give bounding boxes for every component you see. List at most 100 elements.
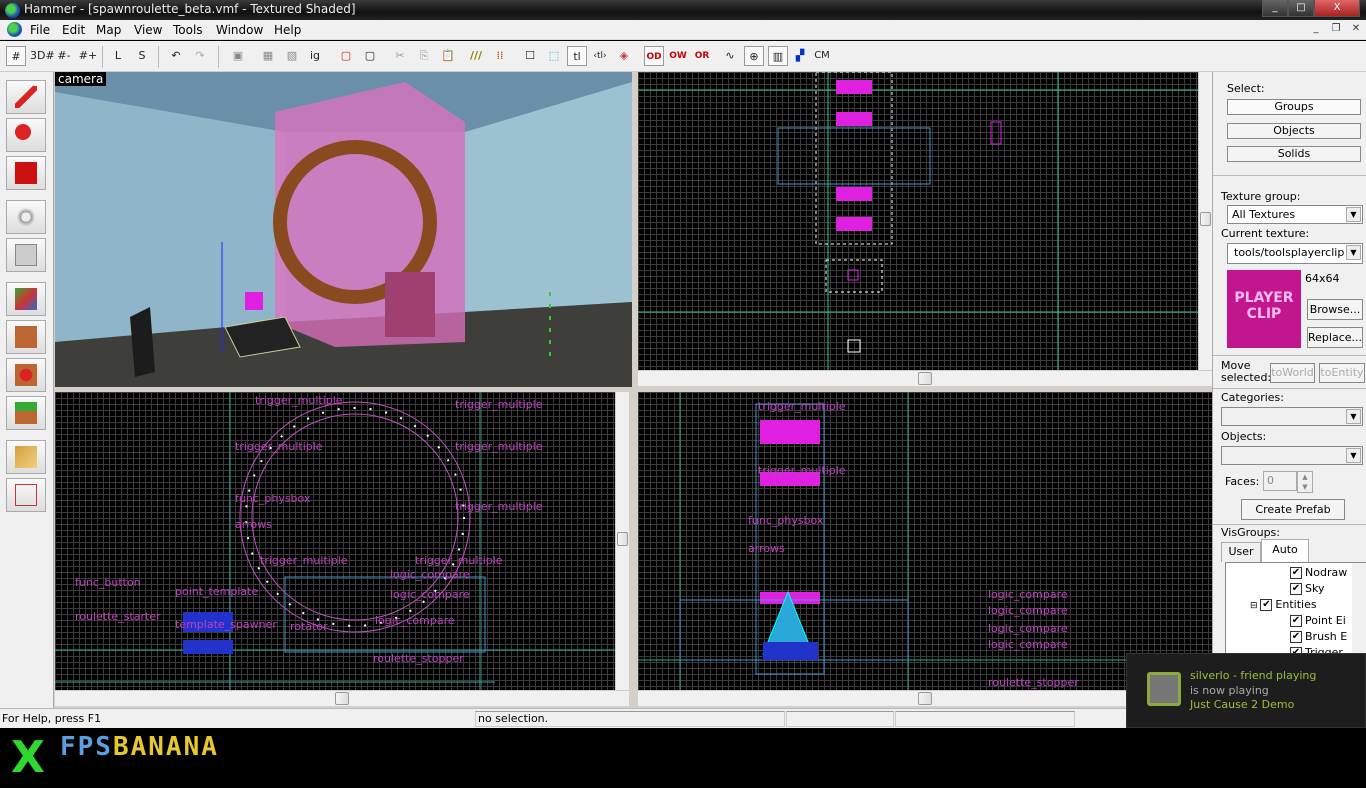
- mdi-minimize-button[interactable]: _: [1308, 23, 1324, 37]
- toggle-texture-scaling-button[interactable]: ⁞⁞: [490, 46, 510, 66]
- entity-tool[interactable]: [6, 200, 46, 234]
- maximize-button[interactable]: □: [1288, 0, 1314, 17]
- hide-selected-button[interactable]: ▢: [336, 46, 356, 66]
- toggle-detail-button[interactable]: ▥: [768, 46, 788, 66]
- current-texture-select[interactable]: tools/toolsplayerclip ▼: [1227, 243, 1363, 264]
- cubemap-button[interactable]: CM: [812, 46, 832, 66]
- visgroup-item[interactable]: ✔ Nodraw: [1290, 566, 1347, 579]
- 3d-grid-button[interactable]: 3D#: [30, 46, 55, 66]
- scroll-thumb[interactable]: [918, 692, 932, 705]
- menu-file[interactable]: File: [30, 23, 50, 37]
- visgroups-tab-user[interactable]: User: [1221, 542, 1261, 562]
- open-button[interactable]: OD: [644, 46, 664, 66]
- checkbox-checked-icon[interactable]: ✔: [1260, 599, 1273, 611]
- visgroup-item[interactable]: ✔ Brush E: [1290, 630, 1347, 643]
- menu-map[interactable]: Map: [96, 23, 121, 37]
- wireframe-button[interactable]: OW: [668, 46, 688, 66]
- menu-view[interactable]: View: [134, 23, 162, 37]
- overlay-tool[interactable]: [6, 396, 46, 430]
- scroll-thumb[interactable]: [335, 692, 349, 705]
- mdi-close-button[interactable]: ✕: [1348, 23, 1364, 37]
- select-objects-button[interactable]: Objects: [1227, 123, 1361, 139]
- divider: [1213, 175, 1366, 176]
- checkbox-checked-icon[interactable]: ✔: [1290, 615, 1302, 627]
- block-tool[interactable]: [6, 238, 46, 272]
- checkbox-checked-icon[interactable]: ✔: [1290, 631, 1302, 643]
- front-viewport-vertical-scrollbar[interactable]: [615, 392, 629, 690]
- toggle-sprites-button[interactable]: ▞: [790, 46, 810, 66]
- replace-button[interactable]: Replace...: [1307, 327, 1363, 348]
- decal-tool[interactable]: [6, 358, 46, 392]
- visgroups-tab-auto[interactable]: Auto: [1261, 539, 1309, 562]
- redo-button[interactable]: ↷: [190, 46, 210, 66]
- front-viewport-horizontal-scrollbar[interactable]: [55, 690, 629, 706]
- visgroup-item[interactable]: ✔ Point Ei: [1290, 614, 1346, 627]
- hide-unselected-button[interactable]: ▢: [360, 46, 380, 66]
- minimize-button[interactable]: _: [1262, 0, 1288, 17]
- ungroup-button[interactable]: ▧: [282, 46, 302, 66]
- document-icon[interactable]: [7, 22, 22, 37]
- faces-input[interactable]: 0: [1263, 471, 1297, 491]
- vertex-tool[interactable]: [6, 478, 46, 512]
- to-entity-button[interactable]: toEntity: [1319, 363, 1365, 383]
- front-viewport[interactable]: trigger_multiple trigger_multiple trigge…: [55, 392, 615, 690]
- menu-help[interactable]: Help: [274, 23, 301, 37]
- toggle-texture-application-tool[interactable]: [6, 282, 46, 316]
- categories-select[interactable]: ▼: [1221, 407, 1363, 426]
- toggle-helpers-button[interactable]: ∿: [720, 46, 740, 66]
- texture-group-select[interactable]: All Textures ▼: [1227, 205, 1363, 224]
- copy-button[interactable]: ⎘: [414, 46, 434, 66]
- scroll-thumb[interactable]: [1200, 212, 1211, 226]
- faces-spinner[interactable]: ▲ ▼: [1297, 471, 1313, 493]
- visgroup-item[interactable]: ⊟ ✔ Entities: [1250, 598, 1317, 611]
- menu-window[interactable]: Window: [216, 23, 263, 37]
- steam-notification[interactable]: silverlo - friend playing is now playing…: [1126, 653, 1366, 728]
- undo-button[interactable]: ↶: [166, 46, 186, 66]
- select-solids-button[interactable]: Solids: [1227, 146, 1361, 162]
- selection-tool[interactable]: [6, 80, 46, 114]
- clipping-tool[interactable]: [6, 440, 46, 474]
- texture-preview[interactable]: PLAYER CLIP: [1227, 270, 1301, 348]
- grid-larger-button[interactable]: #+: [78, 46, 98, 66]
- checkbox-checked-icon[interactable]: ✔: [1290, 583, 1302, 595]
- magnify-tool[interactable]: [6, 118, 46, 152]
- ignore-groups-button[interactable]: ig: [305, 46, 325, 66]
- browse-button[interactable]: Browse...: [1307, 299, 1363, 320]
- scroll-thumb[interactable]: [617, 532, 628, 546]
- grid-smaller-button[interactable]: #-: [54, 46, 74, 66]
- top-viewport-vertical-scrollbar[interactable]: [1198, 72, 1212, 370]
- texture-scale-lock-button[interactable]: ‹tl›: [590, 46, 610, 66]
- menu-edit[interactable]: Edit: [62, 23, 85, 37]
- close-button[interactable]: X: [1314, 0, 1360, 17]
- toggle-texture-lock-button[interactable]: ///: [466, 46, 486, 66]
- grid-toggle-button[interactable]: #: [6, 46, 26, 66]
- load-window-state-button[interactable]: L: [108, 46, 128, 66]
- cordon-button[interactable]: ◈: [614, 46, 634, 66]
- paste-button[interactable]: 📋: [438, 46, 458, 66]
- toggle-handles-button[interactable]: ☐: [520, 46, 540, 66]
- save-window-state-button[interactable]: S: [132, 46, 152, 66]
- menu-tools[interactable]: Tools: [173, 23, 203, 37]
- scroll-thumb[interactable]: [918, 372, 932, 385]
- camera-viewport[interactable]: camera: [55, 72, 632, 387]
- carve-button[interactable]: ▣: [228, 46, 248, 66]
- select-groups-button[interactable]: Groups: [1227, 99, 1361, 115]
- top-viewport[interactable]: [638, 72, 1198, 370]
- checkbox-checked-icon[interactable]: ✔: [1290, 567, 1302, 579]
- collapse-icon[interactable]: ⊟: [1250, 601, 1260, 611]
- toggle-models-button[interactable]: ⊕: [744, 46, 764, 66]
- side-viewport[interactable]: trigger_multiple trigger_multiple func_p…: [638, 392, 1212, 690]
- camera-tool[interactable]: [6, 156, 46, 190]
- run-map-button[interactable]: OR: [692, 46, 712, 66]
- apply-current-texture-tool[interactable]: [6, 320, 46, 354]
- objects-select[interactable]: ▼: [1221, 446, 1363, 465]
- top-viewport-horizontal-scrollbar[interactable]: [638, 370, 1212, 386]
- create-prefab-button[interactable]: Create Prefab: [1241, 499, 1345, 520]
- visgroup-item[interactable]: ✔ Sky: [1290, 582, 1324, 595]
- mdi-restore-button[interactable]: ❐: [1328, 23, 1344, 37]
- to-world-button[interactable]: toWorld: [1270, 363, 1315, 383]
- select-by-handles-button[interactable]: ⬚: [544, 46, 564, 66]
- group-button[interactable]: ▦: [258, 46, 278, 66]
- texture-lock-button[interactable]: tl: [567, 46, 587, 66]
- cut-button[interactable]: ✂: [390, 46, 410, 66]
